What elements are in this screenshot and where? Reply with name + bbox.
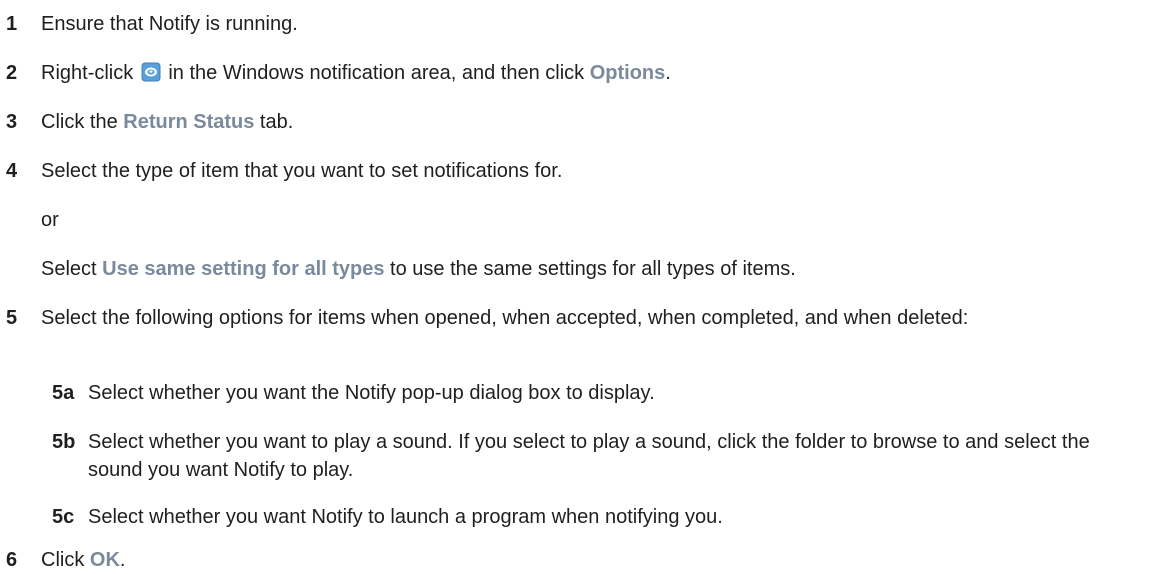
step-number: 1 <box>6 13 18 35</box>
step-text: Select whether you want to play a sound.… <box>88 431 1090 481</box>
step-text-part: Click <box>41 549 90 571</box>
step-text-part: in the Windows notification area, and th… <box>162 62 590 84</box>
step-text-part: tab. <box>254 111 294 133</box>
step-text-part: Click the <box>41 111 124 133</box>
step-number: 5b <box>52 431 76 453</box>
notify-tray-icon <box>141 62 161 82</box>
step-number: 5c <box>52 506 75 528</box>
ok-button-label: OK <box>89 549 120 571</box>
step-text: Select Use same setting for all types to… <box>41 255 1109 283</box>
step-text-part: Select <box>41 258 103 280</box>
step-number: 3 <box>6 111 18 133</box>
return-status-tab-label: Return Status <box>123 111 255 133</box>
step-text-part: Right-click <box>41 62 139 84</box>
step-number: 5 <box>6 307 18 329</box>
step-text-part: to use the same settings for all types o… <box>384 258 796 280</box>
step-text: Select whether you want the Notify pop-u… <box>88 382 655 404</box>
step-number: 5a <box>52 382 75 404</box>
step-number: 4 <box>6 160 18 182</box>
step-text-part: . <box>665 62 671 84</box>
step-text: Select the following options for items w… <box>41 307 969 329</box>
step-text: Select whether you want Notify to launch… <box>88 506 723 528</box>
options-menu-label: Options <box>589 62 666 84</box>
step-text: Right-click in the Windows notification … <box>41 59 1109 87</box>
step-number: 2 <box>6 62 18 84</box>
step-text: Select the type of item that you want to… <box>41 160 563 182</box>
step-number: 6 <box>6 549 18 571</box>
or-text: or <box>41 209 59 231</box>
step-text: Ensure that Notify is running. <box>41 13 298 35</box>
step-text: Click the Return Status tab. <box>41 108 1109 136</box>
instruction-document: 1 Ensure that Notify is running. 2 Right… <box>0 0 1149 574</box>
use-same-setting-label: Use same setting for all types <box>102 258 385 280</box>
step-text-part: . <box>119 549 126 571</box>
step-text: Click OK. <box>41 546 1109 574</box>
